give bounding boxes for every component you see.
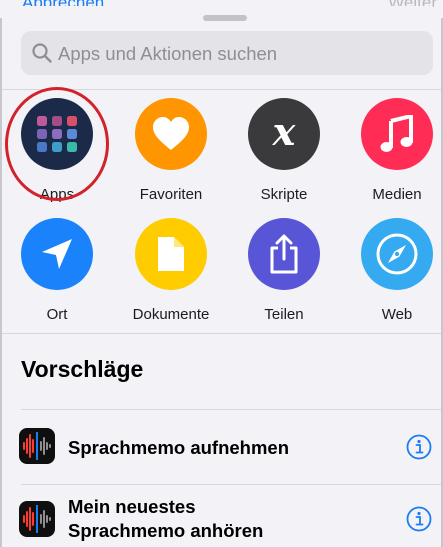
category-teilen[interactable]: Teilen — [229, 218, 339, 328]
category-apps[interactable]: Apps — [2, 98, 112, 208]
category-web-circle — [361, 218, 433, 290]
info-icon[interactable] — [406, 434, 432, 460]
category-skripte-circle: x — [248, 98, 320, 170]
category-label: Apps — [39, 186, 75, 203]
category-label: Dokumente — [132, 306, 210, 323]
info-icon[interactable] — [406, 506, 432, 532]
compass-icon — [376, 233, 418, 275]
search-field[interactable]: Apps und Aktionen suchen — [21, 31, 433, 75]
sheet-grabber[interactable] — [203, 15, 247, 21]
heart-icon — [153, 117, 189, 150]
suggestions-heading: Vorschläge — [21, 356, 144, 382]
category-label: Web — [381, 306, 413, 323]
category-label: Ort — [46, 306, 68, 323]
suggestion-row[interactable]: Sprachmemo aufnehmen — [2, 410, 441, 484]
category-favoriten-circle — [135, 98, 207, 170]
divider — [2, 89, 441, 90]
category-label: Teilen — [264, 306, 304, 323]
category-label: Medien — [372, 186, 422, 203]
actions-sheet: Apps und Aktionen suchen Apps Favoriten … — [2, 6, 441, 547]
divider — [2, 333, 441, 334]
category-label: Favoriten — [139, 186, 203, 203]
location-arrow-icon — [42, 239, 72, 269]
document-icon — [158, 237, 184, 271]
voice-memos-icon — [19, 428, 55, 464]
apps-grid-icon — [37, 116, 77, 152]
suggestion-title-line1: Mein neuestes — [68, 496, 196, 517]
search-placeholder: Apps und Aktionen suchen — [58, 43, 278, 64]
voice-memos-icon — [19, 501, 55, 537]
category-ort-circle — [21, 218, 93, 290]
category-teilen-circle — [248, 218, 320, 290]
search-icon — [32, 43, 52, 63]
category-apps-circle — [21, 98, 93, 170]
category-dokumente[interactable]: Dokumente — [116, 218, 226, 328]
category-dokumente-circle — [135, 218, 207, 290]
category-medien-circle — [361, 98, 433, 170]
category-favoriten[interactable]: Favoriten — [116, 98, 226, 208]
suggestion-title: Sprachmemo aufnehmen — [68, 437, 290, 458]
category-medien[interactable]: Medien — [342, 98, 441, 208]
category-skripte[interactable]: x Skripte — [229, 98, 339, 208]
suggestion-row[interactable]: Mein neuestes Sprachmemo anhören — [2, 485, 441, 547]
suggestion-title-line2: Sprachmemo anhören — [68, 520, 264, 541]
category-web[interactable]: Web — [342, 218, 441, 328]
share-icon — [270, 234, 298, 274]
music-note-icon — [380, 115, 413, 152]
category-label: Skripte — [260, 186, 308, 203]
category-ort[interactable]: Ort — [2, 218, 112, 328]
script-x-icon: x — [272, 109, 296, 154]
